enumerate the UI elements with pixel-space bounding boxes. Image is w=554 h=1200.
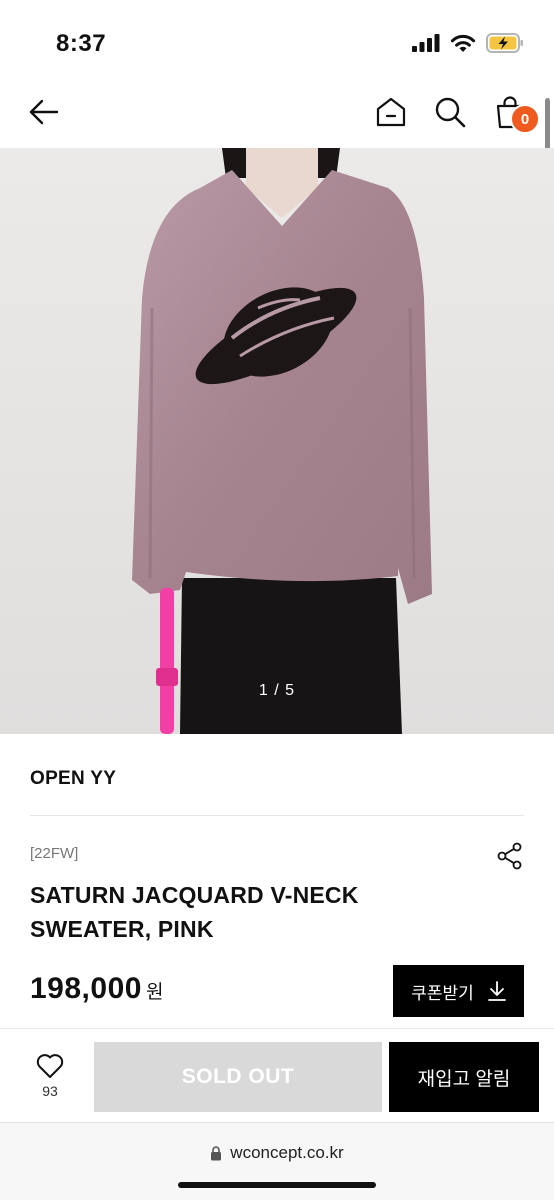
search-button[interactable] (428, 90, 472, 134)
product-image-gallery[interactable]: 1 / 5 (0, 148, 554, 734)
cart-count-badge: 0 (510, 104, 540, 134)
home-indicator[interactable] (178, 1182, 376, 1188)
coupon-button-label: 쿠폰받기 (411, 983, 474, 1003)
home-button[interactable] (369, 90, 413, 134)
battery-charging-icon (486, 33, 523, 53)
product-photo (0, 148, 554, 734)
cart-button[interactable]: 0 (488, 90, 540, 134)
price-value: 198,000 (30, 972, 142, 1005)
divider (30, 815, 524, 816)
browser-address-bar: wconcept.co.kr (0, 1122, 554, 1200)
status-time: 8:37 (56, 30, 107, 57)
status-bar: 8:37 (0, 0, 554, 80)
url-text: wconcept.co.kr (230, 1143, 344, 1162)
sold-out-button: SOLD OUT (94, 1042, 382, 1112)
top-navigation: 0 (0, 80, 554, 146)
share-icon (497, 842, 522, 870)
lock-icon (211, 1145, 222, 1160)
wishlist-count: 93 (42, 1083, 58, 1099)
image-counter: 1 / 5 (258, 682, 296, 699)
heart-icon (36, 1054, 64, 1078)
coupon-button[interactable]: 쿠폰받기 (393, 965, 524, 1017)
status-icons (412, 33, 524, 53)
restock-alert-button[interactable]: 재입고 알림 (389, 1042, 539, 1112)
url-field[interactable]: wconcept.co.kr (0, 1143, 554, 1163)
home-icon (376, 97, 406, 127)
download-icon (487, 981, 506, 1001)
brand-name[interactable]: OPEN YY (30, 768, 116, 790)
search-icon (435, 97, 466, 128)
purchase-action-bar: 93 SOLD OUT 재입고 알림 (0, 1028, 554, 1122)
season-tag: [22FW] (30, 845, 79, 862)
wifi-icon (450, 34, 476, 52)
price: 198,000 원 (30, 972, 163, 1006)
price-currency: 원 (145, 982, 164, 1003)
wishlist-button[interactable]: 93 (22, 1053, 78, 1113)
back-button[interactable] (22, 90, 66, 134)
share-button[interactable] (496, 842, 524, 870)
product-title: SATURN JACQUARD V-NECK SWEATER, PINK (30, 882, 359, 942)
signal-icon (412, 34, 440, 52)
back-arrow-icon (29, 99, 59, 125)
